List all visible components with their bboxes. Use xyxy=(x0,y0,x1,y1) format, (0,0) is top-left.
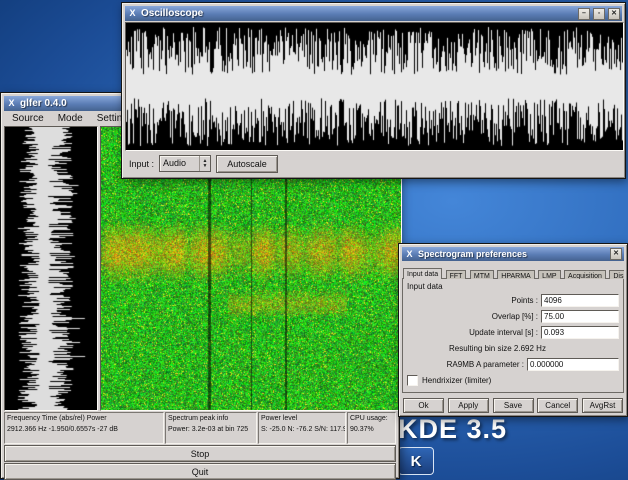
input-label: Input : xyxy=(129,159,154,169)
avgrst-button[interactable]: AvgRst xyxy=(582,398,623,413)
cancel-button[interactable]: Cancel xyxy=(537,398,578,413)
preferences-app-icon: X xyxy=(404,249,415,260)
stop-button[interactable]: Stop xyxy=(4,445,396,462)
tab-acquisition[interactable]: Acquisition xyxy=(564,270,606,279)
points-label: Points : xyxy=(511,296,538,305)
status-level-value: S: -25.0 N: -76.2 S/N: 117.9 xyxy=(261,425,343,436)
update-interval-row: Update interval [s] : xyxy=(407,326,619,339)
tab-display[interactable]: Display xyxy=(609,270,624,279)
apply-button[interactable]: Apply xyxy=(448,398,489,413)
autoscale-button[interactable]: Autoscale xyxy=(216,155,278,173)
preferences-buttons: Ok Apply Save Cancel AvgRst xyxy=(402,398,624,413)
overlap-row: Overlap [%] : xyxy=(407,310,619,323)
tab-input-data[interactable]: Input data xyxy=(403,268,442,279)
preferences-dialog: X Spectrogram preferences ✕ Input data F… xyxy=(398,243,628,417)
oscilloscope-app-icon: X xyxy=(127,8,138,19)
status-level-panel: Power level S: -25.0 N: -76.2 S/N: 117.9 xyxy=(258,412,346,444)
status-peak-title: Spectrum peak info xyxy=(168,414,254,425)
oscilloscope-close-icon[interactable]: ✕ xyxy=(608,8,620,20)
save-button[interactable]: Save xyxy=(493,398,534,413)
preferences-close-icon[interactable]: ✕ xyxy=(610,248,622,260)
oscilloscope-controls: Input : Audio ▲ ▼ Autoscale xyxy=(125,151,622,176)
oscilloscope-waveform-display xyxy=(125,22,624,151)
spin-down-icon[interactable]: ▼ xyxy=(203,164,208,169)
menu-mode[interactable]: Mode xyxy=(52,113,89,124)
oscilloscope-titlebar[interactable]: X Oscilloscope – ▫ ✕ xyxy=(125,6,622,21)
status-cpu-value: 90.37% xyxy=(350,425,393,436)
limiter-checkbox[interactable] xyxy=(407,375,418,386)
bin-size-text: Resulting bin size 2.692 Hz xyxy=(449,344,619,353)
overlap-label: Overlap [%] : xyxy=(492,312,538,321)
status-peak-panel: Spectrum peak info Power: 3.2e-03 at bin… xyxy=(165,412,257,444)
preferences-window-title: Spectrogram preferences xyxy=(418,249,607,259)
ok-button[interactable]: Ok xyxy=(403,398,444,413)
preferences-titlebar[interactable]: X Spectrogram preferences ✕ xyxy=(402,247,624,261)
kde-logo-text: KDE 3.5 xyxy=(398,414,507,445)
oscilloscope-window: X Oscilloscope – ▫ ✕ Input : Audio ▲ ▼ A… xyxy=(121,2,626,179)
tab-fft[interactable]: FFT xyxy=(446,270,467,279)
signal-trace-display xyxy=(4,126,98,411)
kde-logo: KDE 3.5 K xyxy=(398,414,507,475)
ra9mb-field[interactable] xyxy=(527,358,619,371)
input-data-tab-panel: Input data Points : Overlap [%] : Update… xyxy=(402,278,624,393)
status-level-title: Power level xyxy=(261,414,343,425)
status-frequency-panel: Frequency Time (abs/rel) Power 2912.366 … xyxy=(4,412,164,444)
update-interval-label: Update interval [s] : xyxy=(469,328,538,337)
overlap-field[interactable] xyxy=(541,310,619,323)
ra9mb-row: RA9MB A parameter : xyxy=(407,358,619,371)
status-peak-value: Power: 3.2e-03 at bin 725 xyxy=(168,425,254,436)
oscilloscope-window-title: Oscilloscope xyxy=(141,8,575,19)
spinner-arrows-icon[interactable]: ▲ ▼ xyxy=(199,156,210,171)
tab-mtm[interactable]: MTM xyxy=(470,270,494,279)
oscilloscope-minimize-icon[interactable]: – xyxy=(578,8,590,20)
input-source-combo[interactable]: Audio ▲ ▼ xyxy=(159,155,211,172)
preferences-tabs: Input data FFT MTM HPARMA LMP Acquisitio… xyxy=(402,263,624,279)
status-frequency-title: Frequency Time (abs/rel) Power xyxy=(7,414,161,425)
input-source-value: Audio xyxy=(160,156,199,171)
desktop: KDE 3.5 K X glfer 0.4.0 – ▫ ✕ Source Mod… xyxy=(0,0,628,480)
update-interval-field[interactable] xyxy=(541,326,619,339)
glfer-statusbar: Frequency Time (abs/rel) Power 2912.366 … xyxy=(4,412,396,444)
input-data-group-label: Input data xyxy=(407,282,619,291)
glfer-app-icon: X xyxy=(6,98,17,109)
limiter-label: Hendrixizer (limiter) xyxy=(422,376,491,385)
quit-button[interactable]: Quit xyxy=(4,463,396,480)
status-frequency-value: 2912.366 Hz -1.950/0.6557s -27 dB xyxy=(7,425,161,436)
kde-gear-icon: K xyxy=(398,447,434,475)
preferences-body: Input data FFT MTM HPARMA LMP Acquisitio… xyxy=(402,263,624,413)
tab-hparma[interactable]: HPARMA xyxy=(497,270,534,279)
tab-lmp[interactable]: LMP xyxy=(538,270,560,279)
limiter-row: Hendrixizer (limiter) xyxy=(407,375,619,386)
points-row: Points : xyxy=(407,294,619,307)
status-cpu-title: CPU usage: xyxy=(350,414,393,425)
oscilloscope-maximize-icon[interactable]: ▫ xyxy=(593,8,605,20)
status-cpu-panel: CPU usage: 90.37% xyxy=(347,412,396,444)
menu-source[interactable]: Source xyxy=(6,113,50,124)
ra9mb-label: RA9MB A parameter : xyxy=(447,360,524,369)
points-field[interactable] xyxy=(541,294,619,307)
